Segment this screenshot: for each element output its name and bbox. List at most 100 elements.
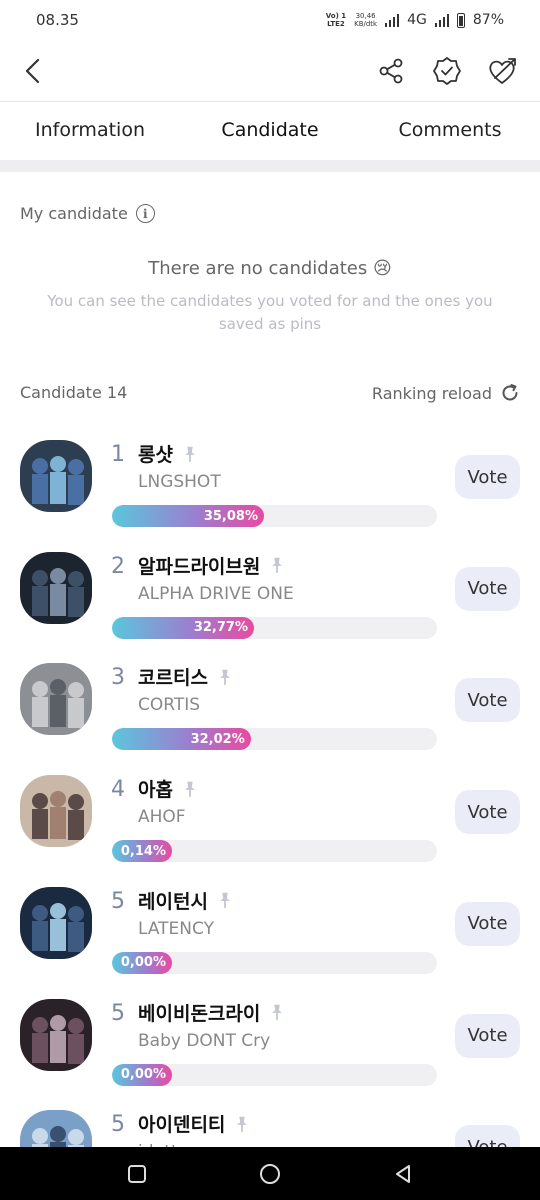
back-button[interactable] <box>16 54 50 88</box>
favorite-button[interactable] <box>486 54 520 88</box>
status-indicators: Vo) 1 LTE2 30,46 KB/dtk 4G 87% <box>326 12 504 28</box>
candidate-name-ko-row: 아홉 <box>138 775 199 802</box>
vote-progress-bar: 35,08% <box>112 505 437 527</box>
candidate-rank: 5 <box>111 1112 125 1138</box>
vote-button[interactable]: Vote <box>455 901 520 946</box>
pin-icon[interactable] <box>233 1115 251 1133</box>
vote-button[interactable]: Vote <box>455 455 520 499</box>
signal-icon <box>385 13 400 27</box>
vote-progress-bar: 0,00% <box>112 951 437 974</box>
back-icon <box>25 58 40 84</box>
share-icon <box>379 58 403 84</box>
candidate-name-en: CORTIS <box>138 695 201 716</box>
vote-progress-fill: 35,08% <box>112 505 264 527</box>
tab-comments[interactable]: Comments <box>360 102 540 160</box>
verified-button[interactable] <box>430 54 464 88</box>
vote-percent-label: 0,00% <box>120 955 166 971</box>
candidate-name-ko: 알파드라이브원 <box>138 555 261 578</box>
candidate-avatar <box>20 440 92 512</box>
verified-badge-icon <box>433 57 461 85</box>
vote-percent-label: 32,77% <box>193 620 248 636</box>
vote-button[interactable]: Vote <box>455 678 520 723</box>
ranking-reload-label: Ranking reload <box>371 383 492 403</box>
candidate-name-en: AHOF <box>138 807 186 828</box>
candidate-rank: 4 <box>111 777 125 803</box>
home-button[interactable] <box>250 1154 290 1194</box>
candidate-name-en: ALPHA DRIVE ONE <box>138 583 294 604</box>
candidate-name-ko-row: 아이덴티티 <box>138 1110 251 1137</box>
share-button[interactable] <box>374 54 408 88</box>
pin-icon[interactable] <box>216 668 234 686</box>
volte-top: Vo) 1 <box>325 12 347 20</box>
candidate-row[interactable]: 4 아홉 AHOF 0,14% Vote <box>0 767 540 879</box>
my-candidate-header: My candidate i <box>20 204 155 223</box>
pin-icon[interactable] <box>181 780 199 798</box>
vote-progress-bar: 32,77% <box>112 616 437 639</box>
battery-icon <box>456 12 465 28</box>
candidate-name-ko: 코르티스 <box>138 667 208 690</box>
volte-bottom: LTE2 <box>327 20 345 28</box>
reload-icon <box>502 384 518 401</box>
vote-percent-label: 0,00% <box>120 1067 166 1082</box>
candidate-name-en: LATENCY <box>138 918 214 939</box>
candidate-row[interactable]: 3 코르티스 CORTIS 32,02% Vote <box>0 655 540 767</box>
home-icon <box>259 1163 280 1184</box>
candidate-avatar <box>20 998 92 1071</box>
candidate-name-ko-row: 베이비돈크라이 <box>138 999 286 1026</box>
vote-progress-fill: 0,14% <box>112 840 172 863</box>
system-nav-bar <box>0 1147 540 1200</box>
vote-progress-fill: 0,00% <box>112 951 172 974</box>
candidate-rank: 2 <box>111 553 125 579</box>
volte-indicator: Vo) 1 LTE2 <box>326 12 346 28</box>
vote-progress-bar: 0,00% <box>112 1063 437 1086</box>
candidate-name-ko-row: 알파드라이브원 <box>138 552 286 579</box>
pin-icon[interactable] <box>268 556 286 574</box>
vote-button[interactable]: Vote <box>455 566 520 611</box>
vote-percent-label: 0,14% <box>120 843 166 859</box>
candidate-avatar <box>20 775 92 848</box>
vote-button[interactable]: Vote <box>455 790 520 835</box>
pin-icon[interactable] <box>268 1003 286 1021</box>
candidate-rank: 5 <box>111 1000 125 1026</box>
candidate-avatar <box>20 551 92 624</box>
back-nav-button[interactable] <box>383 1154 423 1194</box>
candidate-name-ko: 아홉 <box>138 779 173 802</box>
candidate-rank: 5 <box>111 888 125 914</box>
signal-icon-2 <box>434 13 449 27</box>
candidate-name-ko-row: 레이턴시 <box>138 887 234 914</box>
candidate-name-ko-row: 롱샷 <box>138 440 199 467</box>
tab-bar: Information Candidate Comments <box>0 102 540 162</box>
candidate-name-en: Baby DONT Cry <box>138 1030 271 1051</box>
candidate-list-header: Candidate 14 Ranking reload <box>20 383 520 403</box>
candidate-name-ko: 롱샷 <box>138 444 173 466</box>
candidate-name-ko-row: 코르티스 <box>138 663 234 690</box>
vote-percent-label: 32,02% <box>190 731 245 747</box>
candidate-avatar <box>20 663 92 736</box>
candidate-name-ko: 베이비돈크라이 <box>138 1002 261 1025</box>
tab-candidate[interactable]: Candidate <box>180 102 360 162</box>
ranking-reload-button[interactable]: Ranking reload <box>372 383 520 403</box>
recent-apps-icon <box>127 1164 146 1183</box>
tab-information[interactable]: Information <box>0 102 180 160</box>
vote-progress-bar: 0,14% <box>112 840 437 863</box>
status-time: 08.35 <box>36 11 79 29</box>
candidate-rank: 1 <box>111 442 125 467</box>
candidate-name-ko: 아이덴티티 <box>138 1114 226 1137</box>
vote-progress-fill: 32,77% <box>112 616 254 639</box>
candidate-row[interactable]: 5 레이턴시 LATENCY 0,00% Vote <box>0 879 540 991</box>
candidate-row[interactable]: 2 알파드라이브원 ALPHA DRIVE ONE 32,77% Vote <box>0 544 540 656</box>
info-icon[interactable]: i <box>135 204 155 223</box>
pin-icon[interactable] <box>216 891 234 909</box>
battery-level: 87% <box>472 12 504 28</box>
candidate-row[interactable]: 5 베이비돈크라이 Baby DONT Cry 0,00% Vote <box>0 991 540 1103</box>
pin-icon[interactable] <box>181 445 199 463</box>
vote-button[interactable]: Vote <box>455 1013 520 1058</box>
candidate-row[interactable]: 1 롱샷 LNGSHOT 35,08% Vote <box>0 432 540 544</box>
back-nav-icon <box>396 1164 411 1183</box>
candidate-count: Candidate 14 <box>20 383 128 402</box>
speed-value: 30,46 <box>355 12 376 20</box>
candidate-rank: 3 <box>111 665 125 691</box>
recent-apps-button[interactable] <box>117 1154 157 1194</box>
vote-progress-bar: 32,02% <box>112 728 437 751</box>
network-type: 4G <box>407 12 427 28</box>
